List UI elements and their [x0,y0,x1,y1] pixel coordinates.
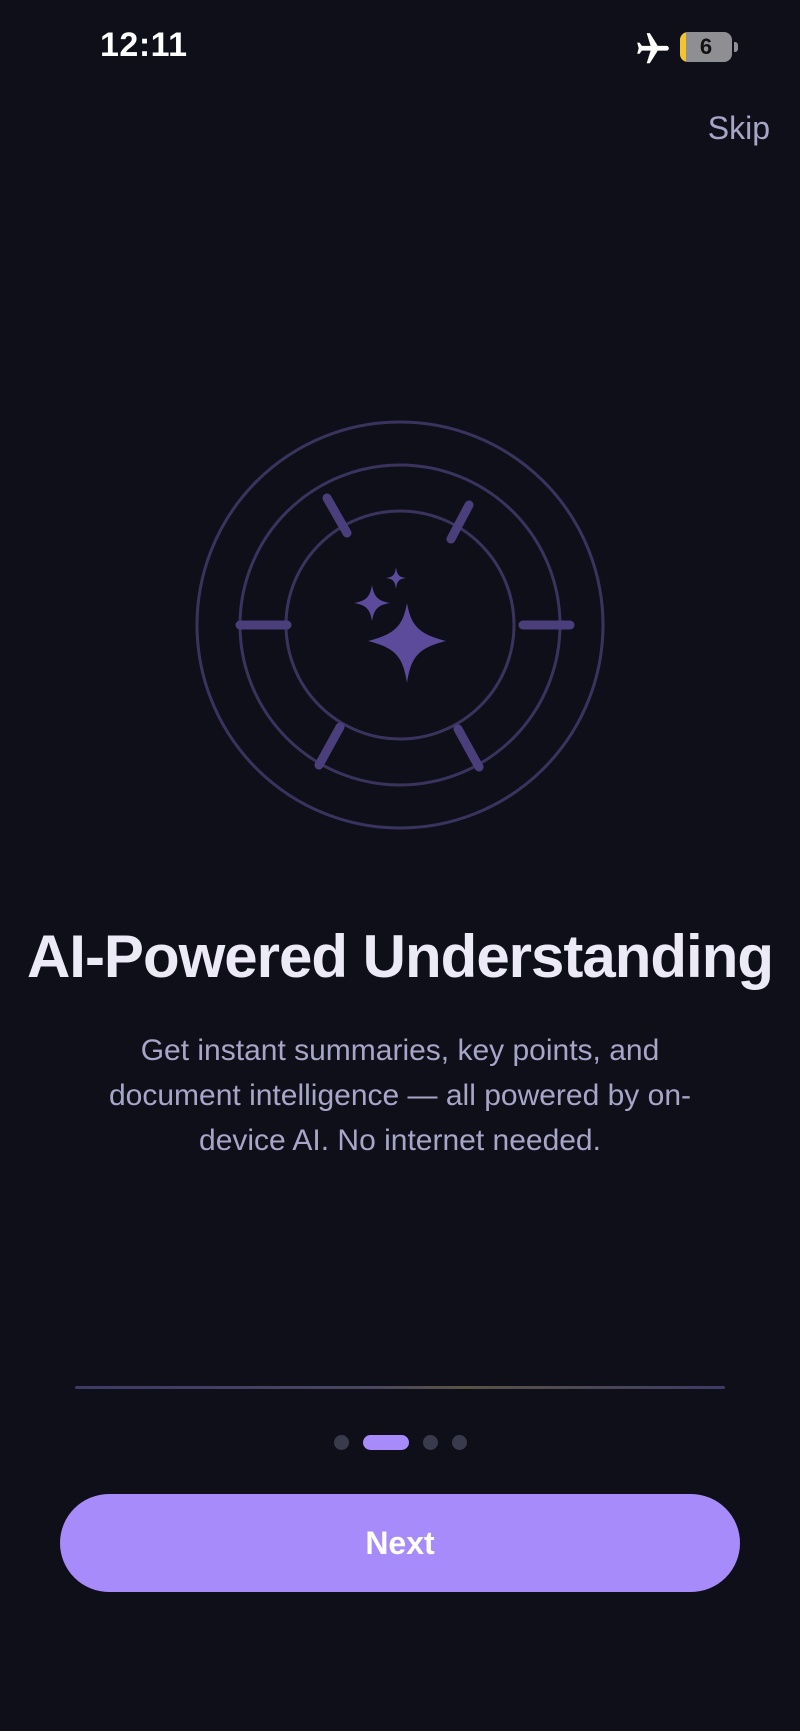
page-title: AI-Powered Understanding [26,923,774,990]
sparkles-icon [354,567,446,683]
page-dot-3[interactable] [422,1434,438,1450]
page-dot-1[interactable] [333,1434,349,1450]
page-indicator [0,1434,800,1450]
page-dot-2-active[interactable] [362,1434,409,1450]
status-bar: 12:11 6 [0,0,800,96]
tick-bottom-left [314,722,345,770]
tick-bottom-right [453,724,484,772]
decorative-divider [75,1386,725,1389]
airplane-icon [637,33,669,64]
status-time: 12:11 [100,26,188,64]
battery-icon: 6 [680,32,738,62]
hero-illustration [195,420,605,830]
page-dot-4[interactable] [451,1434,467,1450]
battery-cap [734,42,738,52]
battery-level: 6 [699,34,713,59]
battery-body: 6 [680,32,732,62]
page-description: Get instant summaries, key points, and d… [109,1034,691,1157]
tick-top-left [322,493,352,538]
next-button[interactable]: Next [60,1494,740,1592]
skip-button[interactable]: Skip [708,110,770,147]
